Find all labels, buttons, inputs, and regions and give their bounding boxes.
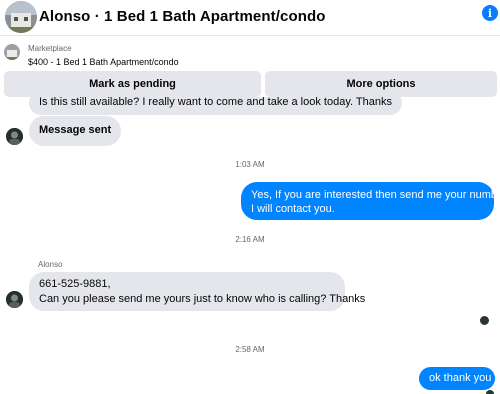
timestamp: 2:58 AM (235, 345, 265, 354)
info-icon[interactable]: i (482, 5, 498, 21)
listing-thumbnail (4, 44, 20, 60)
message-text: ok thank you (429, 372, 492, 384)
incoming-message: Is this still available? I really want t… (29, 97, 402, 115)
timestamp: 1:03 AM (235, 160, 265, 169)
outgoing-message: Yes, If you are interested then send me … (241, 182, 500, 220)
listing-source-label: Marketplace (28, 44, 72, 53)
listing-avatar[interactable] (5, 1, 37, 33)
profile-photo-icon (6, 128, 23, 145)
incoming-message: Message sent (29, 116, 122, 146)
conversation-header: Alonso · 1 Bed 1 Bath Apartment/condo i (0, 0, 500, 36)
conversation-title: Alonso · 1 Bed 1 Bath Apartment/condo (39, 8, 326, 25)
incoming-message: 661-525-9881, Can you please send me you… (29, 272, 366, 311)
marketplace-listing[interactable]: Marketplace $400 - 1 Bed 1 Bath Apartmen… (0, 37, 500, 73)
sender-name: Alonso (38, 260, 63, 269)
read-receipt-avatar (480, 316, 489, 325)
alonso-avatar[interactable] (6, 128, 23, 145)
message-text-line: Yes, If you are interested then send me … (251, 189, 500, 201)
profile-photo-icon (6, 291, 23, 308)
message-text: Is this still available? I really want t… (39, 97, 392, 108)
house-thumbnail-icon (5, 1, 37, 33)
message-text-line: I will contact you. (251, 203, 335, 215)
message-text: Message sent (39, 124, 112, 136)
outgoing-message: ok thank you (419, 367, 495, 390)
listing-title[interactable]: $400 - 1 Bed 1 Bath Apartment/condo (28, 57, 179, 67)
more-options-button[interactable]: More options (265, 71, 497, 97)
house-thumbnail-icon (4, 44, 20, 60)
mark-as-pending-button[interactable]: Mark as pending (4, 71, 261, 97)
alonso-avatar[interactable] (6, 291, 23, 308)
message-text-line: Can you please send me yours just to kno… (39, 293, 366, 305)
read-receipt-avatar (486, 390, 494, 394)
message-text-line: 661-525-9881, (39, 278, 111, 290)
timestamp: 2:16 AM (235, 235, 265, 244)
message-thread[interactable]: Is this still available? I really want t… (0, 97, 500, 394)
